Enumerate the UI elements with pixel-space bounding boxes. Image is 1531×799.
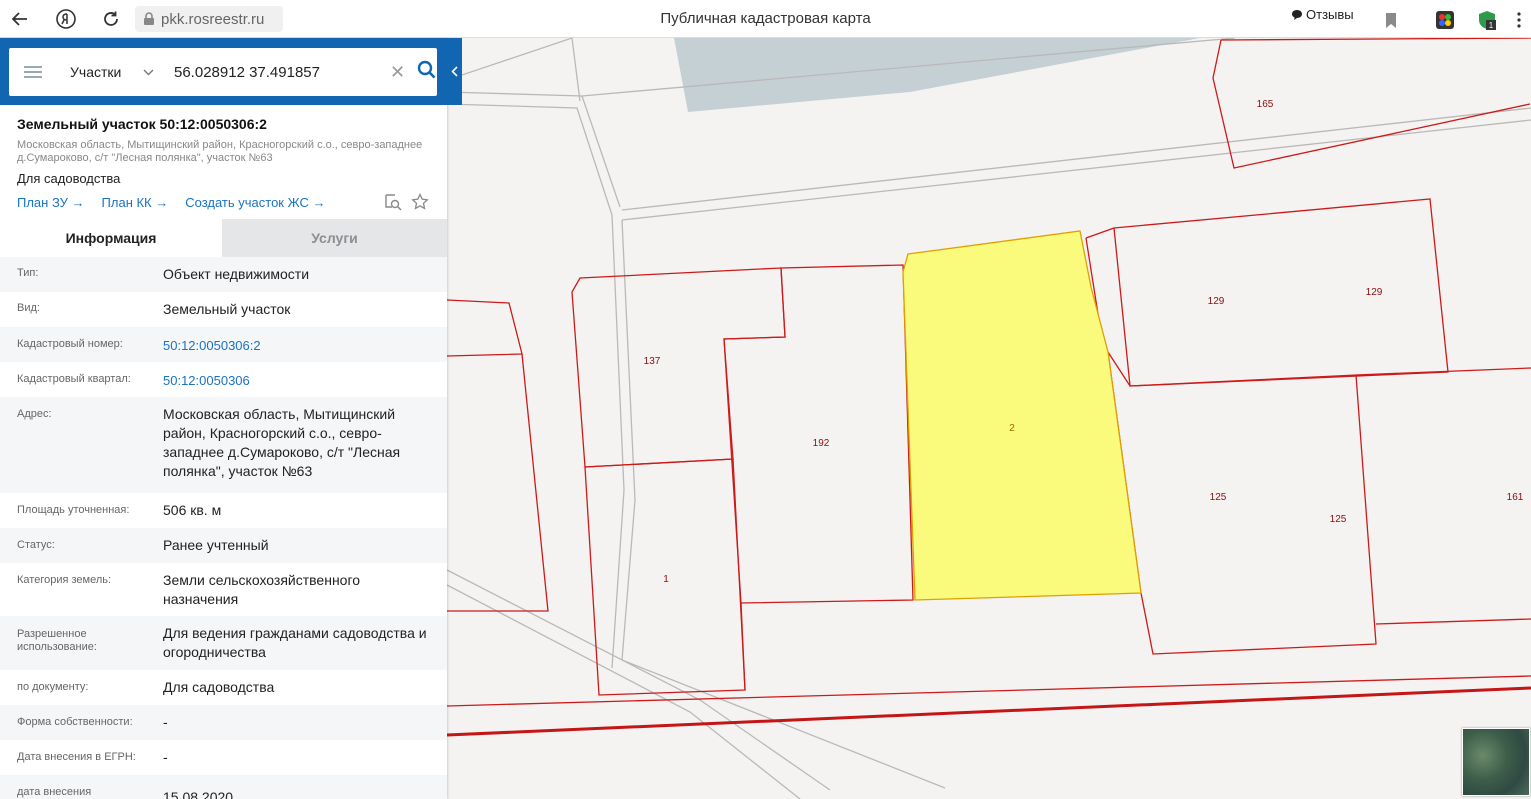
parcel-label: 1 xyxy=(663,574,669,585)
chevron-left-icon xyxy=(451,66,458,77)
info-table: Тип: Объект недвижимости Вид: Земельный … xyxy=(0,257,447,799)
row-value: Для садоводства xyxy=(163,679,275,695)
row-label: Категория земель: xyxy=(17,574,112,586)
parcel-label: 125 xyxy=(1210,492,1227,503)
reviews-button[interactable]: Отзывы xyxy=(1291,7,1354,22)
parcel-label: 2 xyxy=(1009,423,1015,434)
row-value: 506 кв. м xyxy=(163,502,222,518)
info-row-land-category: Категория земель: Земли сельскохозяйстве… xyxy=(0,563,447,616)
info-row-kind: Вид: Земельный участок xyxy=(0,292,447,327)
parcel-label: 125 xyxy=(1330,514,1347,525)
row-value: Московская область, Мытищинский район, К… xyxy=(163,406,401,479)
browser-toolbar: pkk.rosreestr.ru Публичная кадастровая к… xyxy=(0,0,1531,38)
row-label: Тип: xyxy=(17,267,39,279)
zoom-to-object-icon[interactable] xyxy=(384,193,402,216)
info-row-permitted-use: Разрешенное использование: Для ведения г… xyxy=(0,616,447,670)
row-value: Объект недвижимости xyxy=(163,266,310,282)
tab-information[interactable]: Информация xyxy=(0,219,222,257)
object-type-select[interactable]: Участки xyxy=(70,64,156,80)
info-row-cadastral-quarter: Кадастровый квартал: 50:12:0050306 xyxy=(0,362,447,397)
row-value: - xyxy=(163,749,168,765)
search-box: Участки ✕ xyxy=(9,48,437,96)
reviews-label: Отзывы xyxy=(1306,7,1354,22)
search-bar: Участки ✕ xyxy=(0,38,447,105)
row-label: Форма собственности: xyxy=(17,716,133,728)
selected-parcel[interactable] xyxy=(902,230,1142,601)
info-row-egrn-date: Дата внесения в ЕГРН: - xyxy=(0,740,447,775)
water-area xyxy=(674,38,1200,112)
object-type-value: Участки xyxy=(70,64,122,80)
chevron-down-icon xyxy=(143,69,154,75)
extension-colorful-icon[interactable] xyxy=(1434,9,1456,31)
info-row-status: Статус: Ранее учтенный xyxy=(0,528,447,563)
row-value: 15.08.2020 xyxy=(163,789,234,799)
tab-bar: Информация Услуги xyxy=(0,219,447,257)
info-row-type: Тип: Объект недвижимости xyxy=(0,257,447,292)
parcel-label: 129 xyxy=(1366,287,1383,298)
parcel-label: 137 xyxy=(644,356,661,367)
row-value: Ранее учтенный xyxy=(163,537,269,553)
row-label: дата внесения xyxy=(17,786,92,798)
row-label: Кадастровый квартал: xyxy=(17,373,131,385)
info-row-area: Площадь уточненная: 506 кв. м xyxy=(0,493,447,528)
parcel-label: 161 xyxy=(1507,492,1524,503)
bookmark-icon[interactable] xyxy=(1380,9,1402,31)
tab-services[interactable]: Услуги xyxy=(222,219,447,257)
browser-menu-icon[interactable] xyxy=(1513,9,1531,31)
url-domain: pkk.rosreestr.ru xyxy=(161,10,265,28)
row-value: Земли сельскохозяйственного назначения xyxy=(163,572,361,607)
object-title: Земельный участок 50:12:0050306:2 xyxy=(17,116,267,132)
cadastral-number-link[interactable]: 50:12:0050306:2 xyxy=(163,336,433,355)
cadastral-quarter-link[interactable]: 50:12:0050306 xyxy=(163,371,433,390)
search-input[interactable] xyxy=(172,62,376,82)
row-value: Для ведения гражданами садоводства и ого… xyxy=(163,625,427,660)
lock-icon xyxy=(144,12,154,25)
favorite-star-icon[interactable] xyxy=(411,192,429,216)
row-label: Статус: xyxy=(17,539,55,551)
clear-icon[interactable]: ✕ xyxy=(390,62,405,83)
info-row-by-document: по документу: Для садоводства xyxy=(0,670,447,705)
svg-text:1: 1 xyxy=(1489,21,1494,30)
create-parcel-link[interactable]: Создать участок ЖС → xyxy=(185,195,325,210)
row-label: Площадь уточненная: xyxy=(17,504,130,516)
satellite-layer-toggle[interactable] xyxy=(1462,728,1530,796)
plan-zu-link[interactable]: План ЗУ → xyxy=(17,195,85,210)
info-panel: Участки ✕ Земельный участок 50:12:005030… xyxy=(0,38,447,799)
collapse-panel-button[interactable] xyxy=(447,38,462,105)
map-canvas[interactable]: 165 129 129 137 2 192 125 125 161 1 xyxy=(447,38,1531,799)
search-icon[interactable] xyxy=(417,60,436,84)
info-row-address: Адрес: Московская область, Мытищинский р… xyxy=(0,397,447,493)
address-bar[interactable]: pkk.rosreestr.ru xyxy=(135,6,283,32)
row-value: Земельный участок xyxy=(163,301,291,317)
menu-icon[interactable] xyxy=(24,63,42,81)
back-arrow-icon[interactable] xyxy=(8,7,32,31)
row-label: Кадастровый номер: xyxy=(17,338,123,350)
row-label: Вид: xyxy=(17,302,40,314)
row-label: Разрешенное использование: xyxy=(17,628,97,653)
parcel-label: 192 xyxy=(813,438,830,449)
info-row-cadastral-number: Кадастровый номер: 50:12:0050306:2 xyxy=(0,327,447,362)
row-value: - xyxy=(163,714,168,730)
row-label: Дата внесения в ЕГРН: xyxy=(17,751,136,763)
plan-kk-link[interactable]: План КК → xyxy=(102,195,169,210)
parcel-label: 165 xyxy=(1257,99,1274,110)
info-row-entry-date: дата внесения 15.08.2020 xyxy=(0,775,447,799)
extension-shield-icon[interactable]: 1 xyxy=(1476,9,1498,31)
object-links: План ЗУ → План КК → Создать участок ЖС → xyxy=(17,195,325,210)
row-label: по документу: xyxy=(17,681,89,693)
speech-bubble-icon xyxy=(1292,9,1302,20)
parcel-label: 129 xyxy=(1208,296,1225,307)
info-row-ownership: Форма собственности: - xyxy=(0,705,447,740)
row-label: Адрес: xyxy=(17,408,52,420)
reload-icon[interactable] xyxy=(99,7,123,31)
yandex-logo-icon[interactable] xyxy=(54,7,78,31)
cadastral-map[interactable]: 165 129 129 137 2 192 125 125 161 1 xyxy=(447,38,1531,799)
object-address: Московская область, Мытищинский район, К… xyxy=(17,139,423,164)
object-purpose: Для садоводства xyxy=(17,171,121,186)
